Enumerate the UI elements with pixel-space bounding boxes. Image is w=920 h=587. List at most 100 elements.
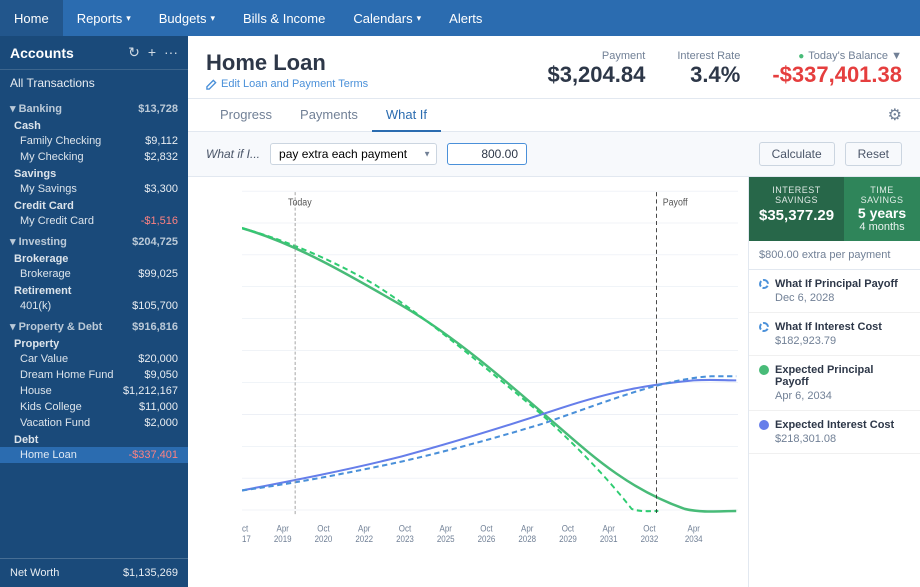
- whatif-interest-amount: $182,923.79: [775, 335, 910, 347]
- nav-calendars[interactable]: Calendars ▾: [339, 0, 435, 36]
- nav-bills[interactable]: Bills & Income: [229, 0, 339, 36]
- add-icon[interactable]: +: [148, 44, 156, 61]
- svg-text:Oct: Oct: [317, 523, 330, 534]
- house-item[interactable]: House$1,212,167: [0, 383, 188, 399]
- settings-gear-button[interactable]: ⚙: [888, 105, 902, 125]
- calculate-button[interactable]: Calculate: [759, 142, 835, 166]
- chart-area: 340,000 306,000 272,000 238,000 204,000 …: [188, 177, 920, 587]
- today-balance-stat: ● Today's Balance ▼ -$337,401.38: [772, 50, 902, 88]
- svg-text:2031: 2031: [600, 533, 618, 544]
- time-savings-years: 5 years: [854, 205, 910, 221]
- whatif-principal-dot: [759, 279, 769, 289]
- extra-payment-info: $800.00 extra per payment: [749, 241, 920, 270]
- my-checking-item[interactable]: My Checking$2,832: [0, 149, 188, 165]
- whatif-select-wrapper: pay extra each payment make lump sum pay…: [270, 143, 437, 165]
- tab-whatif[interactable]: What If: [372, 99, 441, 132]
- svg-text:2025: 2025: [437, 533, 455, 544]
- svg-text:2017: 2017: [242, 533, 251, 544]
- cash-header: Cash: [0, 117, 188, 133]
- tab-progress[interactable]: Progress: [206, 99, 286, 132]
- legend-whatif-principal: What If Principal Payoff Dec 6, 2028: [749, 270, 920, 313]
- chart-container: 340,000 306,000 272,000 238,000 204,000 …: [188, 177, 748, 587]
- nav-reports[interactable]: Reports ▾: [63, 0, 145, 36]
- sidebar-title: Accounts: [10, 45, 128, 61]
- header-stats: Payment $3,204.84 Interest Rate 3.4% ● T…: [547, 50, 902, 88]
- svg-text:2034: 2034: [685, 533, 703, 544]
- 401k-item[interactable]: 401(k)$105,700: [0, 298, 188, 314]
- whatif-label: What if I...: [206, 147, 260, 161]
- expected-principal-date: Apr 6, 2034: [775, 390, 910, 402]
- vacation-fund-item[interactable]: Vacation Fund$2,000: [0, 415, 188, 431]
- time-savings-box: TIME SAVINGS 5 years 4 months: [844, 177, 920, 241]
- retirement-header: Retirement: [0, 282, 188, 298]
- svg-text:2026: 2026: [478, 533, 496, 544]
- savings-box: INTEREST SAVINGS $35,377.29 TIME SAVINGS…: [749, 177, 920, 241]
- edit-loan-link[interactable]: Edit Loan and Payment Terms: [206, 78, 368, 90]
- chart-svg: 340,000 306,000 272,000 238,000 204,000 …: [242, 187, 738, 547]
- sidebar-all-transactions[interactable]: All Transactions: [0, 70, 188, 96]
- svg-text:Apr: Apr: [521, 523, 534, 534]
- expected-interest-dot: [759, 420, 769, 430]
- svg-text:Payoff: Payoff: [663, 197, 688, 209]
- sidebar-footer: Net Worth $1,135,269: [0, 558, 188, 587]
- savings-header: Savings: [0, 165, 188, 181]
- svg-text:Today: Today: [288, 197, 312, 209]
- whatif-principal-date: Dec 6, 2028: [775, 292, 910, 304]
- svg-text:Apr: Apr: [602, 523, 615, 534]
- interest-savings-box: INTEREST SAVINGS $35,377.29: [749, 177, 844, 241]
- svg-text:2032: 2032: [641, 533, 659, 544]
- more-icon[interactable]: ···: [164, 44, 178, 61]
- refresh-icon[interactable]: ↻: [128, 44, 140, 61]
- home-loan-item[interactable]: Home Loan-$337,401: [0, 447, 188, 463]
- interest-savings-label: INTEREST SAVINGS: [759, 185, 834, 205]
- svg-text:Oct: Oct: [562, 523, 575, 534]
- tabs-bar: Progress Payments What If ⚙: [188, 99, 920, 132]
- svg-text:2019: 2019: [274, 533, 292, 544]
- car-value-item[interactable]: Car Value$20,000: [0, 351, 188, 367]
- sidebar-group-banking[interactable]: ▾ Banking $13,728: [0, 96, 188, 117]
- my-savings-item[interactable]: My Savings$3,300: [0, 181, 188, 197]
- svg-text:Oct: Oct: [643, 523, 656, 534]
- brokerage-item[interactable]: Brokerage$99,025: [0, 266, 188, 282]
- dream-home-item[interactable]: Dream Home Fund$9,050: [0, 367, 188, 383]
- svg-text:Oct: Oct: [242, 523, 249, 534]
- nav-home[interactable]: Home: [0, 0, 63, 36]
- svg-text:2028: 2028: [518, 533, 536, 544]
- time-savings-label: TIME SAVINGS: [854, 185, 910, 205]
- banking-label: ▾ Banking: [10, 102, 62, 115]
- whatif-interest-dot: [759, 322, 769, 332]
- kids-college-item[interactable]: Kids College$11,000: [0, 399, 188, 415]
- svg-text:Apr: Apr: [358, 523, 371, 534]
- property-debt-amount: $916,816: [132, 321, 178, 333]
- tab-payments[interactable]: Payments: [286, 99, 372, 132]
- reset-button[interactable]: Reset: [845, 142, 902, 166]
- property-debt-label: ▾ Property & Debt: [10, 320, 102, 333]
- whatif-select[interactable]: pay extra each payment make lump sum pay…: [270, 143, 437, 165]
- banking-amount: $13,728: [138, 103, 178, 115]
- investing-label: ▾ Investing: [10, 235, 67, 248]
- whatif-amount-input[interactable]: [447, 143, 527, 165]
- my-credit-card-item[interactable]: My Credit Card-$1,516: [0, 213, 188, 229]
- time-savings-months: 4 months: [854, 221, 910, 233]
- net-worth-value: $1,135,269: [123, 567, 178, 579]
- interest-savings-value: $35,377.29: [759, 207, 834, 224]
- family-checking-item[interactable]: Family Checking$9,112: [0, 133, 188, 149]
- svg-text:Oct: Oct: [480, 523, 493, 534]
- property-header: Property: [0, 335, 188, 351]
- sidebar-icons: ↻ + ···: [128, 44, 178, 61]
- net-worth-label: Net Worth: [10, 567, 59, 579]
- sidebar-header: Accounts ↻ + ···: [0, 36, 188, 70]
- nav-budgets[interactable]: Budgets ▾: [145, 0, 229, 36]
- expected-interest-amount: $218,301.08: [775, 433, 910, 445]
- nav-alerts[interactable]: Alerts: [435, 0, 496, 36]
- brokerage-header: Brokerage: [0, 250, 188, 266]
- investing-amount: $204,725: [132, 236, 178, 248]
- whatif-toolbar: What if I... pay extra each payment make…: [188, 132, 920, 177]
- sidebar-group-property-debt[interactable]: ▾ Property & Debt $916,816: [0, 314, 188, 335]
- sidebar-group-investing[interactable]: ▾ Investing $204,725: [0, 229, 188, 250]
- legend-expected-interest: Expected Interest Cost $218,301.08: [749, 411, 920, 454]
- svg-text:Apr: Apr: [440, 523, 453, 534]
- svg-text:Oct: Oct: [399, 523, 412, 534]
- svg-text:2029: 2029: [559, 533, 577, 544]
- svg-text:2020: 2020: [315, 533, 333, 544]
